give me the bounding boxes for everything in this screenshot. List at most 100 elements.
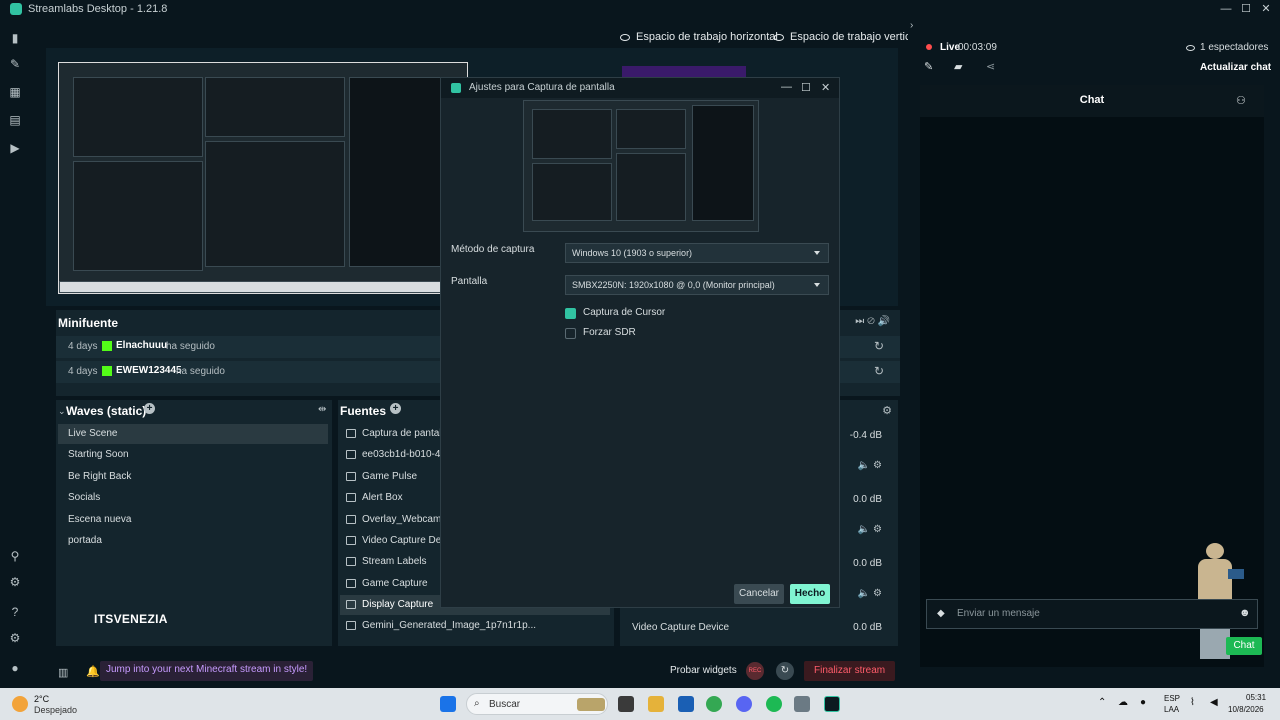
settings-icon[interactable]: ⚙ — [7, 630, 23, 646]
editor-icon[interactable]: ▮ — [7, 30, 23, 46]
replay-icon[interactable]: ↻ — [874, 339, 884, 353]
taskbar-search[interactable]: ⌕ Buscar — [466, 693, 608, 715]
volume-icon[interactable]: ◀ — [1210, 697, 1218, 708]
horizontal-workspace-button[interactable]: Espacio de trabajo horizontal — [620, 31, 778, 43]
discord-icon[interactable] — [736, 696, 752, 712]
user-settings-icon[interactable]: ⚇ — [1236, 94, 1246, 107]
stats-icon[interactable]: ▥ — [58, 666, 68, 679]
maximize-button[interactable]: ☐ — [801, 81, 811, 94]
chat-input[interactable]: ◆ Enviar un mensaje ☻ — [926, 599, 1258, 629]
search-highlight-icon — [577, 698, 605, 711]
rec-button[interactable]: REC — [746, 662, 764, 680]
mixer-controls[interactable]: 🔈 ⚙ — [858, 460, 882, 471]
lang-layout[interactable]: LAA — [1164, 705, 1179, 714]
cloud-icon[interactable]: ☁ — [1118, 697, 1128, 708]
window-title: Streamlabs Desktop - 1.21.8 — [28, 3, 168, 15]
chat-bubble-icon: ◆ — [937, 608, 945, 619]
windows-start-icon[interactable] — [440, 696, 456, 712]
nested-taskbar — [59, 281, 467, 293]
close-button[interactable]: ✕ — [1258, 2, 1274, 16]
scene-item[interactable]: Escena nueva — [58, 510, 328, 530]
preview-canvas[interactable] — [58, 62, 468, 294]
scene-item[interactable]: Starting Soon — [58, 445, 328, 465]
nested-preview-window — [616, 109, 686, 149]
image-icon — [346, 429, 356, 438]
test-widgets-button[interactable]: Probar widgets — [670, 665, 737, 676]
lang-code[interactable]: ESP — [1164, 694, 1180, 703]
cursor-capture-checkbox[interactable] — [565, 308, 576, 319]
camera-icon[interactable]: ▰ — [954, 60, 962, 73]
clock-time[interactable]: 05:31 — [1246, 693, 1266, 702]
minimize-button[interactable]: — — [781, 81, 792, 93]
share-icon[interactable]: ⋖ — [986, 60, 995, 73]
mixer-controls[interactable]: 🔈 ⚙ — [858, 588, 882, 599]
capture-method-select[interactable]: Windows 10 (1903 o superior) — [565, 243, 829, 263]
chat-panel: Chat ⚇ ◆ Enviar un mensaje ☻ Chat — [920, 85, 1264, 667]
mixer-controls[interactable]: 🔈 ⚙ — [858, 524, 882, 535]
bottom-bar: ▥ 🔔 Jump into your next Minecraft stream… — [46, 660, 898, 686]
minifuente-controls[interactable]: ⏭ ⊘ 🔊 — [855, 316, 890, 327]
scene-collection-title[interactable]: Waves (static) — [66, 404, 146, 418]
promo-banner[interactable]: Jump into your next Minecraft stream in … — [100, 661, 314, 681]
end-stream-button[interactable]: Finalizar stream — [804, 661, 896, 681]
scene-item[interactable]: portada — [58, 531, 328, 551]
notification-icon[interactable]: 🔔 — [86, 665, 100, 678]
chrome-icon[interactable] — [706, 696, 722, 712]
gear-icon[interactable]: ⚙ — [882, 404, 892, 417]
nested-preview-window — [73, 77, 203, 157]
tools-icon[interactable]: ⚙ — [7, 574, 23, 590]
laptop-icon — [1228, 569, 1244, 579]
replay-icon[interactable]: ↻ — [874, 364, 884, 378]
emoji-icon[interactable]: ☻ — [1239, 607, 1251, 619]
add-source-icon[interactable]: + — [390, 403, 401, 414]
left-nav: ▮ ✎ ▦ ▤ ▶ ⚲ ⚙ ? ⚙ ● — [0, 18, 30, 686]
add-scene-icon[interactable]: + — [144, 403, 155, 414]
vertical-workspace-button[interactable]: Espacio de trabajo vertical — [774, 31, 919, 43]
tray-chevron-icon[interactable]: ⌃ — [1098, 697, 1106, 708]
done-button[interactable]: Hecho — [790, 584, 830, 604]
themes-icon[interactable]: ✎ — [7, 56, 23, 72]
play-icon[interactable]: ▶ — [7, 140, 23, 156]
clock-date[interactable]: 10/8/2026 — [1228, 705, 1264, 714]
scene-item[interactable]: Be Right Back — [58, 467, 328, 487]
chat-title: Chat — [1079, 94, 1105, 106]
screen-select[interactable]: SMBX2250N: 1920x1080 @ 0,0 (Monitor prin… — [565, 275, 829, 295]
network-icon[interactable]: ⌇ — [1190, 697, 1195, 708]
close-button[interactable]: ✕ — [821, 81, 830, 94]
store-icon[interactable]: ▦ — [7, 84, 23, 100]
cloudbot-icon[interactable]: ⚲ — [7, 548, 23, 564]
chevron-right-icon[interactable]: › — [910, 20, 913, 31]
character-head — [1206, 543, 1224, 559]
file-explorer-icon[interactable] — [648, 696, 664, 712]
library-icon[interactable]: ▤ — [7, 112, 23, 128]
scene-item[interactable]: Socials — [58, 488, 328, 508]
volume-level: -0.4 dB — [849, 430, 882, 441]
capture-method-label: Método de captura — [451, 244, 535, 255]
streamlabs-app-icon[interactable] — [824, 696, 840, 712]
volume-level: 0.0 dB — [853, 558, 882, 569]
spotify-icon[interactable] — [766, 696, 782, 712]
scene-item[interactable]: Live Scene — [58, 424, 328, 444]
collapse-icon[interactable]: ⇹ — [318, 404, 326, 415]
live-timer: 00:03:09 — [958, 42, 997, 53]
send-chat-button[interactable]: Chat — [1226, 637, 1262, 655]
profile-icon[interactable]: ● — [7, 660, 23, 676]
brand-logo: ITSVENEZIA — [94, 612, 168, 626]
help-icon[interactable]: ? — [7, 604, 23, 620]
force-sdr-checkbox[interactable] — [565, 328, 576, 339]
edit-icon[interactable]: ✎ — [924, 60, 933, 73]
store-icon[interactable] — [678, 696, 694, 712]
source-item[interactable]: Gemini_Generated_Image_1p7n1r1p... — [340, 616, 610, 636]
replay-buffer-icon[interactable]: ↻ — [776, 662, 794, 680]
cancel-button[interactable]: Cancelar — [734, 584, 784, 604]
microphone-icon[interactable]: ● — [1140, 697, 1146, 708]
windows-taskbar: 2°C Despejado ⌕ Buscar ⌃ ☁ ● ESP LAA ⌇ ◀… — [0, 688, 1280, 720]
task-view-icon[interactable] — [618, 696, 634, 712]
chevron-down-icon[interactable]: ⌄ — [58, 406, 66, 417]
capture-settings-dialog: Ajustes para Captura de pantalla — ☐ ✕ M… — [440, 77, 840, 608]
settings-icon[interactable] — [794, 696, 810, 712]
live-dot-icon — [926, 44, 932, 50]
refresh-chat-button[interactable]: Actualizar chat — [1200, 62, 1271, 73]
maximize-button[interactable]: ☐ — [1238, 2, 1254, 16]
minimize-button[interactable]: — — [1218, 2, 1234, 16]
